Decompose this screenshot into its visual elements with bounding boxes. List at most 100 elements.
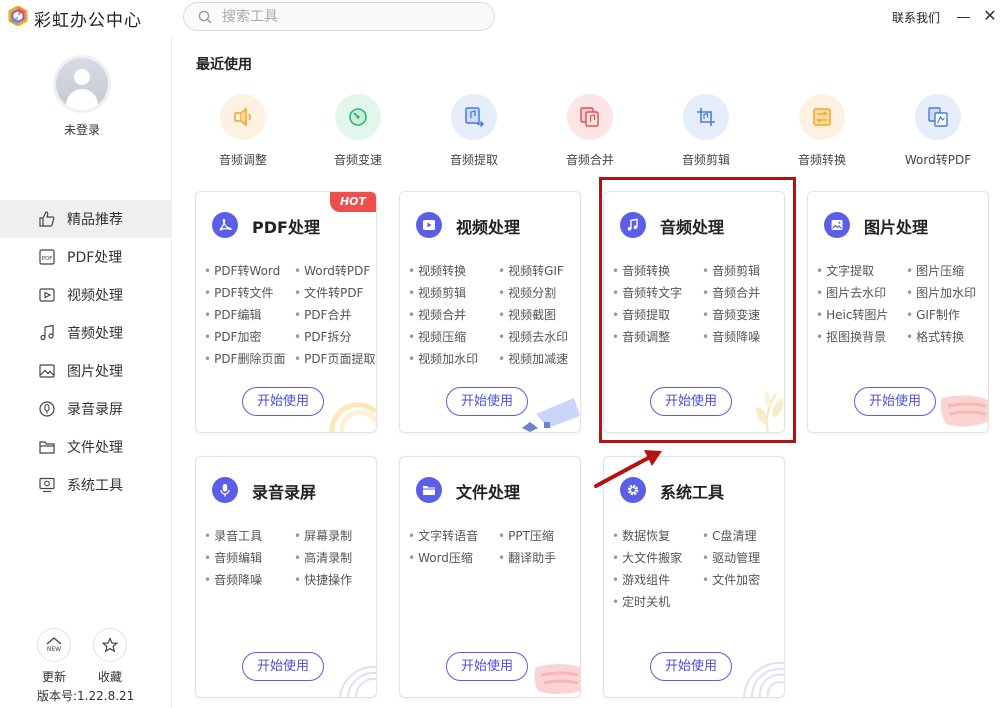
sidebar-item-video[interactable]: 视频处理 [0,276,172,314]
search-input[interactable] [222,7,482,27]
card-title: PDF处理 [252,218,320,237]
star-icon [102,637,118,653]
tool-link[interactable]: 录音工具 [204,528,294,545]
sidebar-item-image[interactable]: 图片处理 [0,352,172,390]
tool-link[interactable]: 定时关机 [612,594,702,611]
tool-link[interactable]: Heic转图片 [816,307,906,324]
login-status[interactable]: 未登录 [0,121,164,138]
recent-item-audio-extract[interactable]: 音频提取 [434,94,514,168]
tool-link[interactable]: C盘清理 [702,528,782,545]
tool-link[interactable]: 文件转PDF [294,285,374,302]
tool-link[interactable]: 大文件搬家 [612,550,702,567]
close-button[interactable]: ✕ [980,6,1000,26]
tool-link[interactable]: PDF删除页面 [204,351,294,368]
recent-item-label: Word转PDF [904,153,972,167]
tool-link[interactable]: 视频去水印 [498,329,578,346]
recent-item-audio-convert[interactable]: 音频转换 [782,94,862,168]
tool-link[interactable]: 文字提取 [816,263,906,280]
tool-link[interactable]: 视频分割 [498,285,578,302]
tool-link[interactable]: 翻译助手 [498,550,578,567]
update-button[interactable]: NEW 更新 [37,628,71,685]
tool-link[interactable]: 文字转语音 [408,528,498,545]
tool-link[interactable]: 图片压缩 [906,263,986,280]
decoration [743,661,784,697]
tool-link[interactable]: 视频转换 [408,263,498,280]
decoration [940,395,988,427]
tool-link[interactable]: PPT压缩 [498,528,578,545]
convert-icon [813,108,831,126]
tool-link[interactable]: 高清录制 [294,550,374,567]
tool-link[interactable]: 音频编辑 [204,550,294,567]
video-icon [416,212,442,238]
sidebar-item-audio[interactable]: 音频处理 [0,314,172,352]
tool-link[interactable]: 驱动管理 [702,550,782,567]
start-button[interactable]: 开始使用 [854,387,936,416]
tool-link[interactable]: 视频加水印 [408,351,498,368]
tool-link[interactable]: PDF拆分 [294,329,374,346]
sidebar-item-file[interactable]: 文件处理 [0,428,172,466]
tool-link[interactable]: 屏幕录制 [294,528,374,545]
merge-icon [580,107,599,127]
word-pdf-icon [928,107,948,127]
card-file[interactable]: 文件处理 文字转语音 PPT压缩 Word压缩 翻译助手 开始使用 [399,456,581,698]
tool-link[interactable]: PDF合并 [294,307,374,324]
sidebar-item-record[interactable]: 录音录屏 [0,390,172,428]
recent-item-audio-speed[interactable]: 音频变速 [318,94,398,168]
tool-link[interactable]: 视频转GIF [498,263,578,280]
card-image[interactable]: 图片处理 文字提取 图片压缩 图片去水印 图片加水印 Heic转图片 GIF制作… [807,191,989,433]
card-system[interactable]: 系统工具 数据恢复 C盘清理 大文件搬家 驱动管理 游戏组件 文件加密 定时关机… [603,456,785,698]
recent-item-audio-adjust[interactable]: 音频调整 [203,94,283,168]
recent-item-label: 音频剪辑 [681,153,730,167]
card-title: 系统工具 [660,483,725,502]
tool-link[interactable]: Word转PDF [294,263,374,280]
tool-link[interactable]: 图片去水印 [816,285,906,302]
folder-icon [39,441,55,454]
minimize-button[interactable] [954,8,974,28]
recent-item-label: 音频变速 [333,153,382,167]
tool-link[interactable]: PDF转Word [204,263,294,280]
start-button[interactable]: 开始使用 [242,652,324,681]
tool-link[interactable]: 快捷操作 [294,572,374,589]
recent-item-audio-merge[interactable]: 音频合并 [550,94,630,168]
tool-link[interactable]: 抠图换背景 [816,329,906,346]
crop-icon [697,108,715,126]
start-button[interactable]: 开始使用 [446,387,528,416]
sidebar-item-system[interactable]: 系统工具 [0,466,172,504]
tool-link[interactable]: 视频加减速 [498,351,578,368]
start-button[interactable]: 开始使用 [446,652,528,681]
tool-link[interactable]: PDF加密 [204,329,294,346]
card-record[interactable]: 录音录屏 录音工具 屏幕录制 音频编辑 高清录制 音频降噪 快捷操作 开始使用 [195,456,377,698]
avatar[interactable] [56,58,108,110]
sidebar-item-pdf[interactable]: PDF PDF处理 [0,238,172,276]
tool-link[interactable]: 文件加密 [702,572,782,589]
sidebar-item-featured[interactable]: 精品推荐 [0,200,172,238]
recent-item-word-to-pdf[interactable]: Word转PDF [898,94,978,168]
tool-link[interactable]: 图片加水印 [906,285,986,302]
tool-link[interactable]: 视频压缩 [408,329,498,346]
card-title: 视频处理 [456,218,521,237]
tool-link[interactable]: 视频截图 [498,307,578,324]
start-button[interactable]: 开始使用 [650,652,732,681]
decoration [339,665,376,697]
tool-link[interactable]: 游戏组件 [612,572,702,589]
start-button[interactable]: 开始使用 [242,387,324,416]
card-title: 文件处理 [456,483,521,502]
tool-link[interactable]: GIF制作 [906,307,986,324]
tool-link[interactable]: 数据恢复 [612,528,702,545]
card-video[interactable]: 视频处理 视频转换 视频转GIF 视频剪辑 视频分割 视频合并 视频截图 视频压… [399,191,581,433]
tool-link[interactable]: 视频合并 [408,307,498,324]
search-box[interactable] [183,2,495,31]
tool-link[interactable]: Word压缩 [408,550,498,567]
tool-link[interactable]: PDF页面提取 [294,351,375,368]
card-pdf[interactable]: HOT PDF处理 PDF转Word Word转PDF PDF转文件 文件转PD… [195,191,377,433]
tool-link[interactable]: 格式转换 [906,329,986,346]
video-icon [39,288,55,302]
tool-link[interactable]: PDF编辑 [204,307,294,324]
tool-link[interactable]: 视频剪辑 [408,285,498,302]
recent-item-label: 音频提取 [449,153,498,167]
tool-link[interactable]: 音频降噪 [204,572,294,589]
contact-us-link[interactable]: 联系我们 [892,9,940,26]
recent-item-audio-cut[interactable]: 音频剪辑 [666,94,746,168]
favorite-button[interactable]: 收藏 [93,628,127,685]
tool-link[interactable]: PDF转文件 [204,285,294,302]
